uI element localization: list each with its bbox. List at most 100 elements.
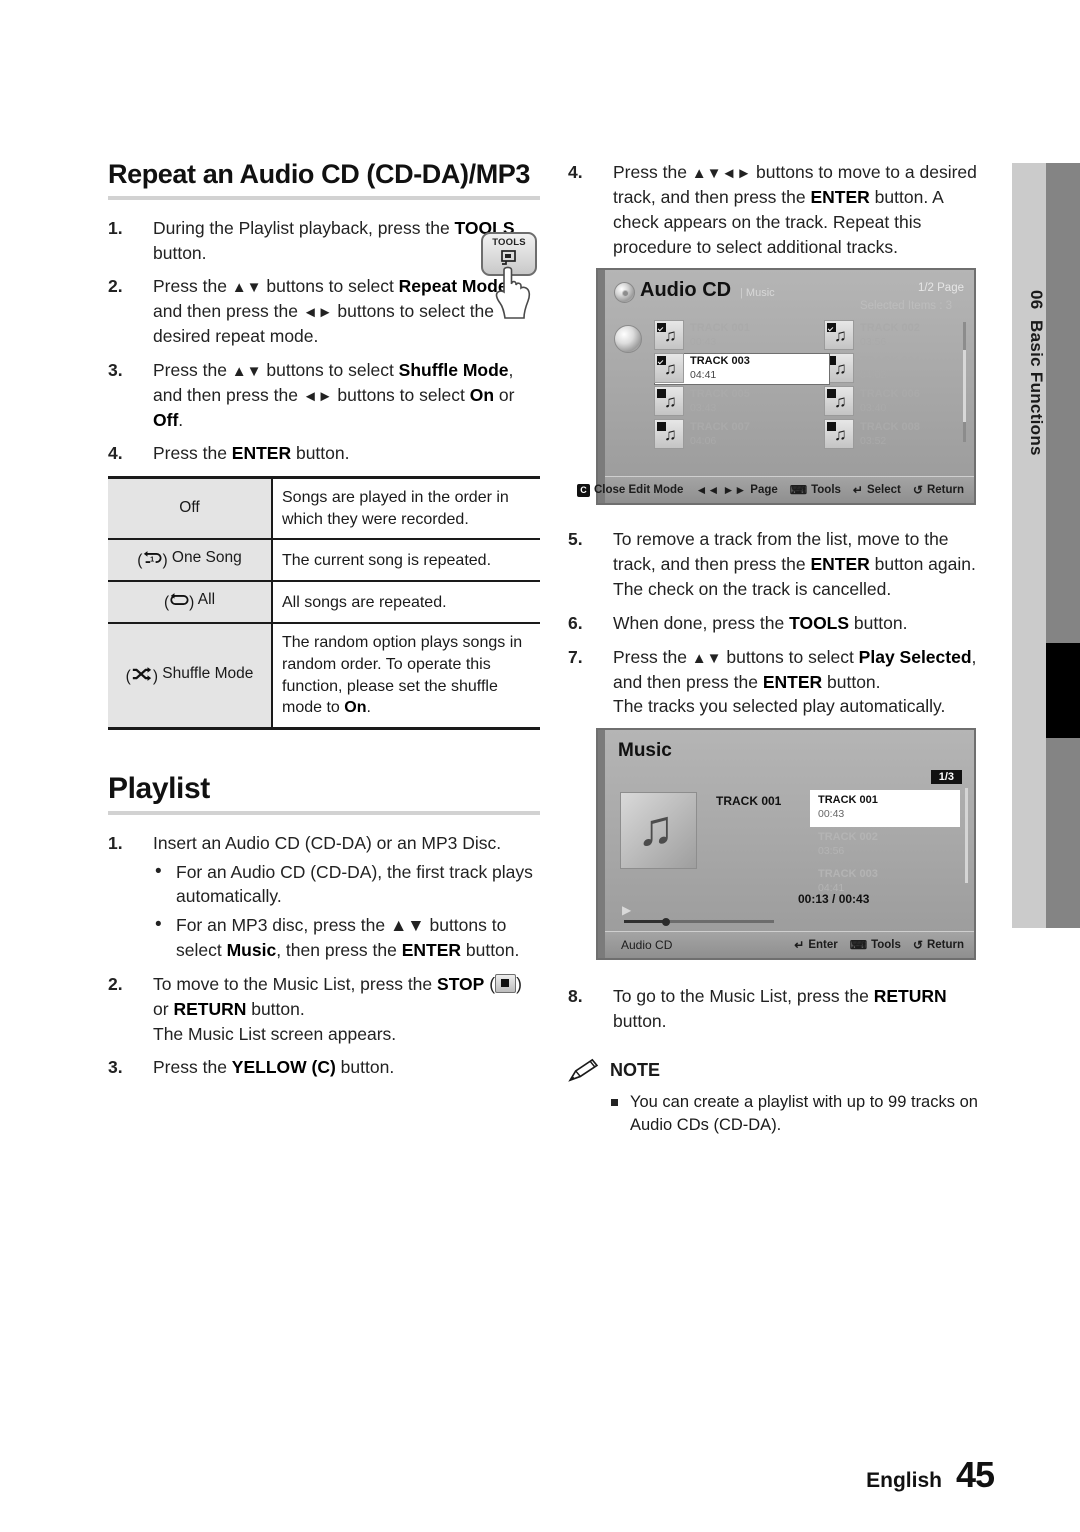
music-note-icon: ♫ [664, 425, 677, 445]
track-item[interactable]: ♫ TRACK 001 00:43 [654, 320, 824, 353]
music-item-duration: 03:56 [818, 845, 845, 858]
music-list-item[interactable]: TRACK 002 03:56 [810, 827, 958, 864]
track-item[interactable]: ♫ TRACK 007 04:06 [654, 419, 824, 452]
chapter-number: 06 [1027, 290, 1046, 310]
music-hint-bar: Audio CD ↵ Enter ⌨ Tools ↺ Return [605, 931, 974, 959]
chapter-label: Basic Functions [1027, 319, 1046, 456]
step-number: 7. [568, 646, 583, 667]
pointing-hand-icon [495, 266, 531, 319]
music-item-name: TRACK 003 [818, 868, 878, 881]
sub-bullet-list: For an Audio CD (CD-DA), the first track… [153, 859, 540, 963]
hint-enter: ↵ Enter [794, 938, 837, 952]
progress-knob[interactable] [662, 917, 670, 926]
repeat-steps-list: 1. During the Playlist playback, press th… [108, 216, 540, 467]
step-number: 3. [108, 1057, 123, 1078]
screenshot-music-player: Music 1/3 ♫ TRACK 001 ▶ 00:13 / 00:43 TR… [596, 728, 976, 961]
repeat-modes-table: Off Songs are played in the order in whic… [108, 476, 540, 730]
mode-name: One Song [171, 549, 242, 567]
step-number: 1. [108, 217, 123, 238]
step-item: 2. To move to the Music List, press the S… [108, 972, 540, 1047]
track-item[interactable]: ♫ TRACK 006 03:40 [824, 386, 994, 419]
track-duration: 04:02 [860, 369, 887, 382]
music-source-label: Audio CD [621, 938, 673, 953]
selected-items-count: Selected Items : 3 [859, 300, 952, 313]
step-text: Press the ▲▼◄► buttons to move to a desi… [613, 162, 977, 257]
left-column: Repeat an Audio CD (CD-DA)/MP3 1. During … [108, 159, 540, 1089]
track-item[interactable]: ♫ TRACK 002 03:56 [824, 320, 994, 353]
track-duration: 03:40 [860, 402, 887, 415]
table-row: Off Songs are played in the order in whic… [108, 477, 540, 541]
stop-button-icon [495, 973, 517, 993]
hint-label: Return [926, 939, 964, 952]
track-name: TRACK 005 [690, 388, 750, 401]
sub-bullet-item: For an Audio CD (CD-DA), the first track… [153, 859, 540, 910]
note-items: You can create a playlist with up to 99 … [568, 1091, 988, 1137]
tools-key-icon: ⌨ [849, 938, 868, 953]
music-list-scrollbar[interactable] [965, 788, 968, 884]
track-name: TRACK 001 [690, 322, 750, 335]
mode-desc-cell: Songs are played in the order in which t… [272, 477, 540, 541]
step-item: 4. Press the ENTER button. [108, 441, 540, 466]
step-text: To move to the Music List, press the STO… [153, 973, 522, 1044]
track-item[interactable]: ♫ TRACK 005 03:43 [654, 386, 824, 419]
step-item: 4. Press the ▲▼◄► buttons to move to a de… [568, 160, 988, 259]
music-note-icon: ♫ [834, 326, 847, 346]
sub-bullet-item: For an MP3 disc, press the ▲▼ buttons to… [153, 912, 540, 963]
svg-text:1: 1 [151, 555, 155, 564]
track-name: TRACK 003 [690, 355, 750, 368]
track-item[interactable]: ♫ TRACK 003 04:41 [654, 353, 830, 386]
yellow-c-key-icon: C [576, 483, 590, 497]
playlist-title: Playlist [108, 771, 210, 805]
hint-label: Return [926, 484, 964, 497]
step-text: During the Playlist playback, press the … [153, 217, 515, 263]
music-note-icon: ♫ [834, 359, 847, 379]
step-text: Insert an Audio CD (CD-DA) or an MP3 Dis… [153, 833, 540, 963]
music-item-duration: 00:43 [818, 808, 845, 821]
mode-desc-cell: The current song is repeated. [272, 539, 540, 583]
chapter-tab-dark-band [1046, 163, 1080, 928]
step-item: 2. Press the ▲▼ buttons to select Repeat … [108, 274, 540, 349]
step-text: Press the ▲▼ buttons to select Shuffle M… [153, 359, 515, 430]
track-item[interactable]: ♫ TRACK 008 03:52 [824, 419, 994, 452]
track-thumbnail-icon: ♫ [824, 419, 854, 450]
music-page-indicator: 1/3 [930, 770, 962, 785]
shuffle-icon: () [125, 666, 158, 685]
table-row: (1) One Song The current song is repeated… [108, 539, 540, 583]
disc-icon [614, 282, 635, 304]
mode-name-cell: () Shuffle Mode [108, 623, 273, 729]
music-note-icon: ♫ [637, 800, 675, 857]
mode-name: All [197, 591, 216, 609]
mode-name-cell: Off [108, 477, 273, 541]
screenshot-hint-bar: C Close Edit Mode ◄◄ ►► Page ⌨ Tools ↵ Select ↺ R… [576, 476, 974, 504]
step-number: 2. [108, 973, 123, 994]
table-row: () All All songs are repeated. [108, 581, 540, 625]
page-title: Repeat an Audio CD (CD-DA)/MP3 [108, 159, 531, 189]
title-rule [108, 195, 540, 200]
track-list-scrollbar[interactable] [963, 322, 966, 443]
right-steps-b: 5. To remove a track from the list, move … [568, 527, 988, 719]
music-screen-title: Music [618, 740, 672, 762]
track-thumbnail-icon: ♫ [654, 419, 684, 450]
page-footer: English 45 [866, 1454, 995, 1496]
track-thumbnail-icon: ♫ [824, 320, 854, 351]
hint-return: ↺ Return [913, 483, 964, 497]
step-item: 3. Press the ▲▼ buttons to select Shuffle… [108, 358, 540, 433]
progress-fill [624, 920, 666, 924]
track-item[interactable]: ♫ TRACK 004 04:02 [824, 353, 994, 386]
music-list-item[interactable]: TRACK 003 04:41 [810, 864, 958, 901]
screenshot-title: Audio CD [640, 279, 732, 302]
return-key-icon: ↺ [912, 938, 923, 953]
track-row: ♫ TRACK 005 03:43 ♫ TRACK 006 03:40 [654, 386, 960, 419]
track-row: ♫ TRACK 003 04:41 ♫ TRACK 004 04:02 [654, 353, 960, 386]
screenshot-page-indicator: 1/2 Page [917, 282, 964, 295]
screenshot-left-bar [598, 270, 605, 504]
track-thumbnail-icon: ♫ [654, 320, 684, 351]
track-duration: 04:06 [690, 435, 717, 448]
track-name: TRACK 002 [860, 322, 920, 335]
hint-label: Page [750, 484, 778, 497]
album-art-placeholder: ♫ [620, 792, 697, 870]
music-list-item[interactable]: TRACK 001 00:43 [810, 790, 960, 828]
screenshot-edit-mode: Audio CD Music 1/2 Page Selected Items :… [576, 268, 976, 506]
playlist-title-rule [108, 810, 540, 815]
now-playing-title: TRACK 001 [716, 794, 782, 809]
